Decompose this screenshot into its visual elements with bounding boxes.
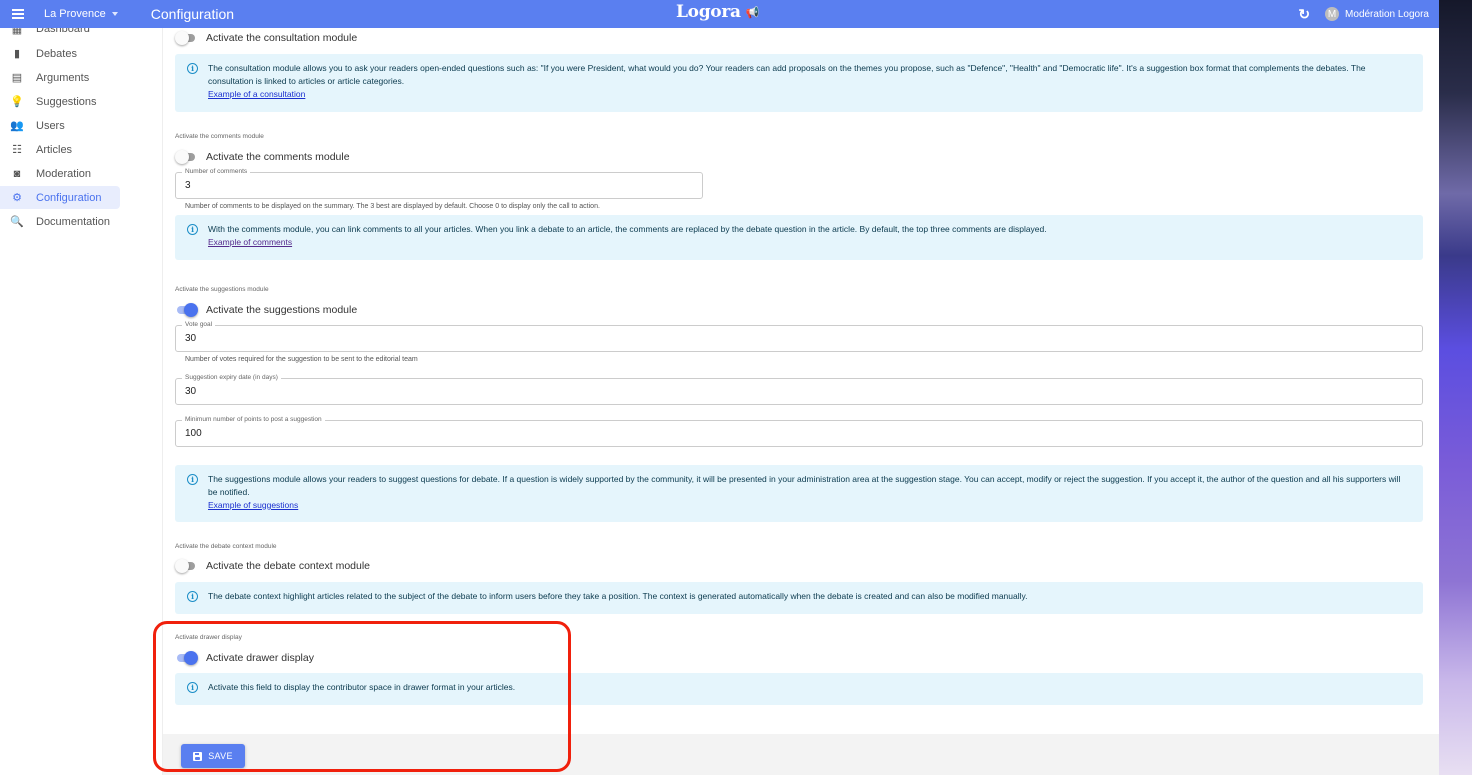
comments-switch-label: Activate the comments module xyxy=(206,151,350,163)
suggestion-expiry-field[interactable]: Suggestion expiry date (in days) xyxy=(175,374,1423,405)
suggestions-example-link[interactable]: Example of suggestions xyxy=(208,499,298,512)
sidebar-item-label: Articles xyxy=(36,143,73,156)
people-icon: 👥 xyxy=(10,120,24,132)
suggestions-info-text: The suggestions module allows your reade… xyxy=(208,474,1401,497)
vote-goal-label: Vote goal xyxy=(182,321,216,329)
consultation-toggle[interactable] xyxy=(175,31,197,45)
debate-context-switch-label: Activate the debate context module xyxy=(206,560,371,572)
debate-context-toggle[interactable] xyxy=(175,559,197,573)
vote-goal-field[interactable]: Vote goal xyxy=(175,321,1423,352)
gear-icon: ⚙ xyxy=(12,192,22,204)
sidebar-item-label: Debates xyxy=(36,47,77,60)
number-of-comments-field[interactable]: Number of comments xyxy=(175,168,703,199)
sidebar-item-label: Configuration xyxy=(36,191,102,204)
sidebar-item-users[interactable]: 👥 Users xyxy=(0,114,120,137)
page-title: Configuration xyxy=(150,6,235,22)
min-points-label: Minimum number of points to post a sugge… xyxy=(182,416,325,424)
suggestion-expiry-input[interactable] xyxy=(185,386,1307,397)
sidebar: ▦ Dashboard ▮ Debates ▤ Arguments 💡 Sugg… xyxy=(0,23,163,775)
min-points-input[interactable] xyxy=(185,428,1307,439)
vote-goal-helper: Number of votes required for the suggest… xyxy=(185,356,418,363)
sidebar-item-label: Documentation xyxy=(36,215,110,228)
consultation-switch-row: Activate the consultation module xyxy=(175,31,357,45)
suggestions-info-box: i The suggestions module allows your rea… xyxy=(175,465,1423,522)
sidebar-item-debates[interactable]: ▮ Debates xyxy=(0,42,120,65)
save-icon xyxy=(193,751,203,761)
drawer-switch-row: Activate drawer display xyxy=(175,651,314,665)
consultation-example-link[interactable]: Example of a consultation xyxy=(208,88,305,101)
refresh-icon[interactable]: ↻ xyxy=(1298,7,1310,21)
comments-toggle[interactable] xyxy=(175,150,197,164)
organization-name: La Provence xyxy=(44,8,106,20)
comments-example-link[interactable]: Example of comments xyxy=(208,236,292,249)
sidebar-item-label: Users xyxy=(36,119,65,132)
info-icon: i xyxy=(187,63,198,74)
debate-context-info-box: i The debate context highlight articles … xyxy=(175,582,1423,614)
drawer-switch-label: Activate drawer display xyxy=(206,652,314,664)
info-icon: i xyxy=(187,224,198,235)
comments-info-box: i With the comments module, you can link… xyxy=(175,215,1423,260)
save-button[interactable]: SAVE xyxy=(181,744,245,768)
sidebar-item-documentation[interactable]: 🔍 Documentation xyxy=(0,210,120,233)
sidebar-item-label: Suggestions xyxy=(36,95,97,108)
hamburger-icon xyxy=(12,13,24,15)
debate-context-info-text: The debate context highlight articles re… xyxy=(208,591,1028,601)
logo: Logora 📢 xyxy=(676,2,759,22)
find-in-page-icon: 🔍 xyxy=(10,216,24,228)
post-add-icon: ☷ xyxy=(12,144,22,156)
comments-info-text: With the comments module, you can link c… xyxy=(208,224,1047,234)
suggestions-section-label: Activate the suggestions module xyxy=(175,286,269,293)
drawer-toggle[interactable] xyxy=(175,651,198,665)
book-icon: ▮ xyxy=(13,48,21,60)
info-icon: i xyxy=(187,474,198,485)
menu-button[interactable] xyxy=(0,0,36,28)
sidebar-item-configuration[interactable]: ⚙ Configuration xyxy=(0,186,120,209)
debate-context-section-label: Activate the debate context module xyxy=(175,543,277,550)
vote-goal-input[interactable] xyxy=(185,333,1307,344)
sidebar-item-label: Moderation xyxy=(36,167,92,180)
user-menu[interactable]: M Modération Logora xyxy=(1320,7,1429,21)
info-icon: i xyxy=(187,682,198,693)
comments-switch-row: Activate the comments module xyxy=(175,150,350,164)
min-points-field[interactable]: Minimum number of points to post a sugge… xyxy=(175,416,1423,447)
suggestions-switch-label: Activate the suggestions module xyxy=(206,304,358,316)
comments-section-label: Activate the comments module xyxy=(175,133,264,140)
number-of-comments-label: Number of comments xyxy=(182,168,251,176)
avatar: M xyxy=(1325,7,1340,21)
save-button-label: SAVE xyxy=(208,751,233,761)
number-of-comments-helper: Number of comments to be displayed on th… xyxy=(185,203,600,210)
preview-icon: ◙ xyxy=(13,167,21,180)
user-name: Modération Logora xyxy=(1345,8,1429,20)
sidebar-item-arguments[interactable]: ▤ Arguments xyxy=(0,66,120,89)
consultation-info-box: i The consultation module allows you to … xyxy=(175,54,1423,112)
sidebar-item-suggestions[interactable]: 💡 Suggestions xyxy=(0,90,120,113)
sidebar-item-label: Arguments xyxy=(36,71,90,84)
lightbulb-icon: 💡 xyxy=(10,96,24,108)
sidebar-item-moderation[interactable]: ◙ Moderation xyxy=(0,162,120,185)
background-photo xyxy=(1439,0,1472,775)
debate-context-switch-row: Activate the debate context module xyxy=(175,559,370,573)
drawer-info-box: i Activate this field to display the con… xyxy=(175,673,1423,705)
app-bar: La Provence Configuration Logora 📢 ↻ M M… xyxy=(0,0,1439,28)
logo-text: Logora xyxy=(676,2,741,22)
suggestions-switch-row: Activate the suggestions module xyxy=(175,303,357,317)
drawer-section-label: Activate drawer display xyxy=(175,634,242,641)
organization-selector[interactable]: La Provence xyxy=(44,8,118,20)
form-toolbar: SAVE xyxy=(163,734,1439,775)
caret-down-icon xyxy=(111,12,118,16)
info-icon: i xyxy=(187,591,198,602)
comment-icon: ▤ xyxy=(11,72,23,84)
configuration-form: Activate the consultation module i The c… xyxy=(163,28,1439,775)
number-of-comments-input[interactable] xyxy=(185,180,659,191)
consultation-switch-label: Activate the consultation module xyxy=(206,32,358,44)
consultation-info-text: The consultation module allows you to as… xyxy=(208,63,1366,86)
suggestions-toggle[interactable] xyxy=(175,303,198,317)
sidebar-item-articles[interactable]: ☷ Articles xyxy=(0,138,120,161)
suggestion-expiry-label: Suggestion expiry date (in days) xyxy=(182,374,281,382)
drawer-info-text: Activate this field to display the contr… xyxy=(208,682,516,692)
megaphone-icon: 📢 xyxy=(745,5,760,19)
